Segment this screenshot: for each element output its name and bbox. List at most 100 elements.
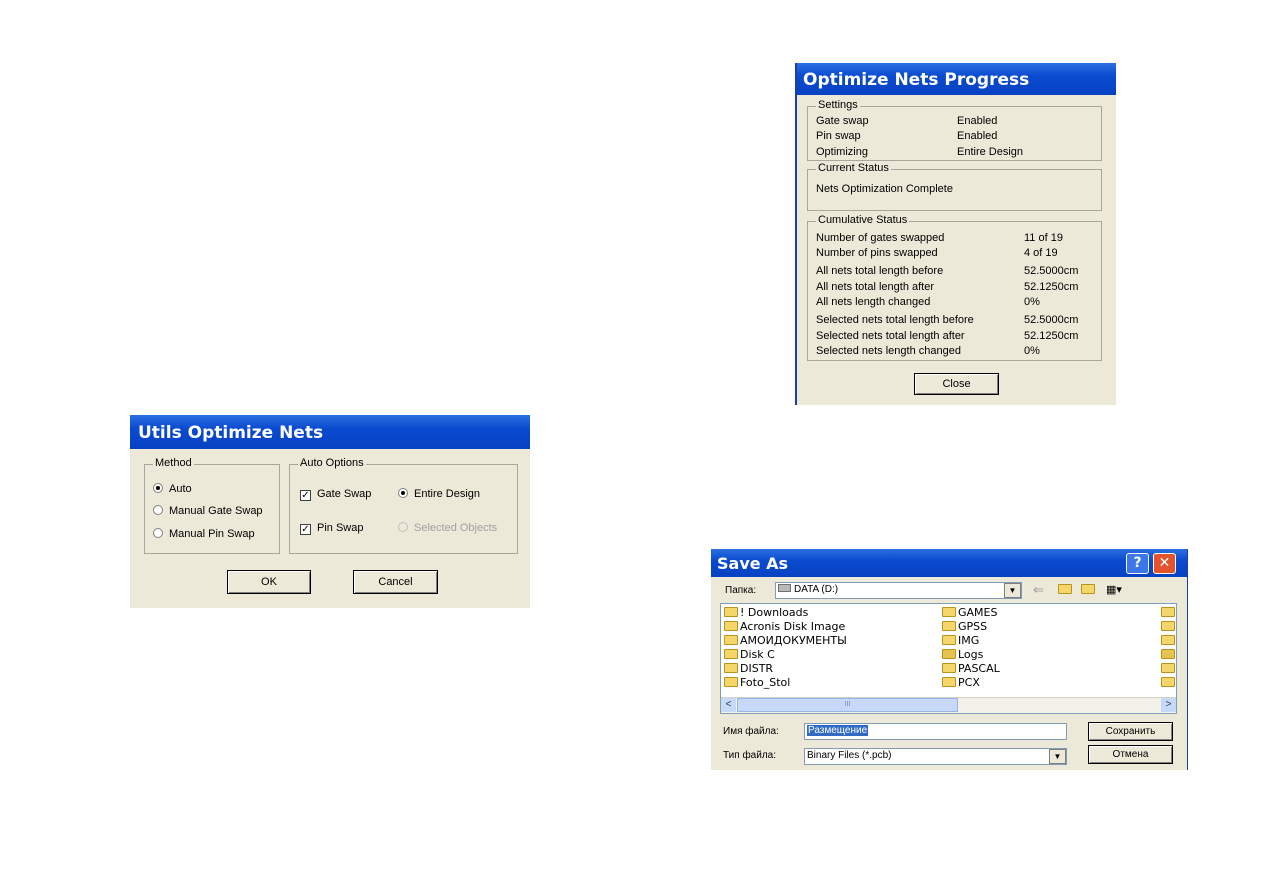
list-item[interactable]: PASCAL: [942, 662, 1000, 676]
filename-label: Имя файла:: [723, 726, 779, 737]
file-column-2: GAMES GPSS IMG Logs PASCAL PCX: [942, 606, 1000, 690]
list-item[interactable]: [1161, 676, 1177, 690]
chevron-down-icon[interactable]: ▼: [1049, 749, 1066, 764]
current-status-text: Nets Optimization Complete: [816, 183, 953, 195]
folder-icon: [1161, 663, 1175, 673]
pin-swap-checkbox[interactable]: ✓ Pin Swap: [300, 522, 363, 535]
radio-selected-icon: [398, 488, 408, 498]
checkmark-icon: ✓: [300, 490, 311, 501]
stat-value: 52.1250cm: [1024, 281, 1079, 293]
stat-label: All nets total length after: [816, 281, 935, 293]
radio-disabled-icon: [398, 522, 408, 532]
folder-icon: [942, 635, 956, 645]
list-item[interactable]: ! Downloads: [724, 606, 847, 620]
list-item[interactable]: Acronis Disk Image: [724, 620, 847, 634]
back-arrow-icon[interactable]: ⇐: [1033, 582, 1044, 598]
method-auto-radio[interactable]: Auto: [153, 483, 192, 495]
save-as-dialog: Save As ? ✕ Папка: DATA (D:) ▼ ⇐ ▦▾ ! Do…: [711, 549, 1188, 770]
list-item[interactable]: GAMES: [942, 606, 1000, 620]
auto-options-legend: Auto Options: [298, 457, 366, 469]
folder-open-icon: [1161, 649, 1175, 659]
scroll-thumb[interactable]: III: [737, 698, 958, 712]
save-title-bar[interactable]: Save As ? ✕: [711, 549, 1187, 577]
list-item[interactable]: [1161, 634, 1177, 648]
stat-label: Number of gates swapped: [816, 232, 945, 244]
stat-label: All nets total length before: [816, 265, 944, 277]
list-item[interactable]: Foto_Stol: [724, 676, 847, 690]
folder-up-icon[interactable]: [1058, 584, 1074, 596]
method-group: Method Auto Manual Gate Swap Manual Pin …: [144, 457, 280, 554]
folder-icon: [724, 663, 738, 673]
list-item[interactable]: [1161, 662, 1177, 676]
scroll-right-button[interactable]: >: [1161, 698, 1176, 712]
view-menu-icon[interactable]: ▦▾: [1106, 583, 1122, 596]
folder-open-icon: [942, 649, 956, 659]
drive-icon: [778, 584, 791, 592]
horizontal-scrollbar[interactable]: < III >: [721, 697, 1176, 713]
save-button[interactable]: Сохранить: [1088, 722, 1173, 741]
stat-value: 4 of 19: [1024, 247, 1058, 259]
current-status-group: Current Status Nets Optimization Complet…: [807, 162, 1102, 211]
cumulative-status-legend: Cumulative Status: [816, 214, 910, 226]
folder-icon: [942, 663, 956, 673]
folder-icon: [1161, 621, 1175, 631]
folder-icon: [724, 635, 738, 645]
folder-icon: [942, 621, 956, 631]
method-manual-pin-swap-radio[interactable]: Manual Pin Swap: [153, 528, 255, 540]
close-icon: ✕: [1158, 555, 1171, 571]
chevron-down-icon[interactable]: ▼: [1004, 583, 1021, 598]
list-item[interactable]: IMG: [942, 634, 1000, 648]
optimize-nets-progress-dialog: Optimize Nets Progress Settings Gate swa…: [795, 63, 1116, 405]
file-list[interactable]: ! Downloads Acronis Disk Image АМОИДОКУМ…: [720, 603, 1177, 714]
folder-icon: [724, 607, 738, 617]
radio-selected-icon: [153, 483, 163, 493]
stat-value: 52.5000cm: [1024, 314, 1079, 326]
folder-label: Папка:: [725, 585, 757, 596]
folder-icon: [724, 649, 738, 659]
list-item[interactable]: АМОИДОКУМЕНТЫ: [724, 634, 847, 648]
utils-title-bar[interactable]: Utils Optimize Nets: [130, 415, 530, 449]
utils-dialog-title: Utils Optimize Nets: [138, 423, 324, 443]
filename-input[interactable]: Размещение: [804, 723, 1067, 740]
stat-label: Selected nets total length after: [816, 330, 965, 342]
method-manual-gate-swap-radio[interactable]: Manual Gate Swap: [153, 505, 263, 517]
folder-icon: [1161, 677, 1175, 687]
list-item[interactable]: GPSS: [942, 620, 1000, 634]
setting-label: Optimizing: [816, 146, 868, 158]
file-column-3-partial: [1161, 606, 1177, 690]
new-folder-icon[interactable]: [1081, 584, 1097, 596]
list-item[interactable]: [1161, 620, 1177, 634]
list-item[interactable]: PCX: [942, 676, 1000, 690]
filetype-select[interactable]: Binary Files (*.pcb): [804, 748, 1067, 765]
list-item[interactable]: Disk C: [724, 648, 847, 662]
close-window-button[interactable]: ✕: [1153, 553, 1176, 574]
progress-title-bar[interactable]: Optimize Nets Progress: [797, 63, 1116, 95]
stat-label: Selected nets length changed: [816, 345, 961, 357]
folder-icon: [1161, 635, 1175, 645]
list-item[interactable]: [1161, 648, 1177, 662]
cancel-button[interactable]: Отмена: [1088, 745, 1173, 764]
current-status-legend: Current Status: [816, 162, 891, 174]
list-item[interactable]: [1161, 606, 1177, 620]
setting-value: Enabled: [957, 130, 998, 142]
folder-select[interactable]: DATA (D:): [775, 582, 1022, 599]
stat-value: 52.5000cm: [1024, 265, 1079, 277]
filetype-label: Тип файла:: [723, 750, 776, 761]
folder-icon: [724, 621, 738, 631]
selected-objects-radio[interactable]: Selected Objects: [398, 522, 497, 534]
close-button[interactable]: Close: [914, 373, 999, 395]
help-button[interactable]: ?: [1126, 553, 1149, 574]
gate-swap-checkbox[interactable]: ✓ Gate Swap: [300, 488, 371, 501]
ok-button[interactable]: OK: [227, 570, 311, 594]
stat-label: Selected nets total length before: [816, 314, 974, 326]
stat-value: 11 of 19: [1024, 232, 1063, 244]
stat-label: All nets length changed: [816, 296, 931, 308]
entire-design-radio[interactable]: Entire Design: [398, 488, 480, 500]
list-item[interactable]: DISTR: [724, 662, 847, 676]
stat-value: 0%: [1024, 296, 1040, 308]
scroll-left-button[interactable]: <: [721, 698, 736, 712]
settings-legend: Settings: [816, 99, 860, 111]
progress-dialog-title: Optimize Nets Progress: [803, 70, 1030, 90]
cancel-button[interactable]: Cancel: [353, 570, 438, 594]
list-item[interactable]: Logs: [942, 648, 1000, 662]
